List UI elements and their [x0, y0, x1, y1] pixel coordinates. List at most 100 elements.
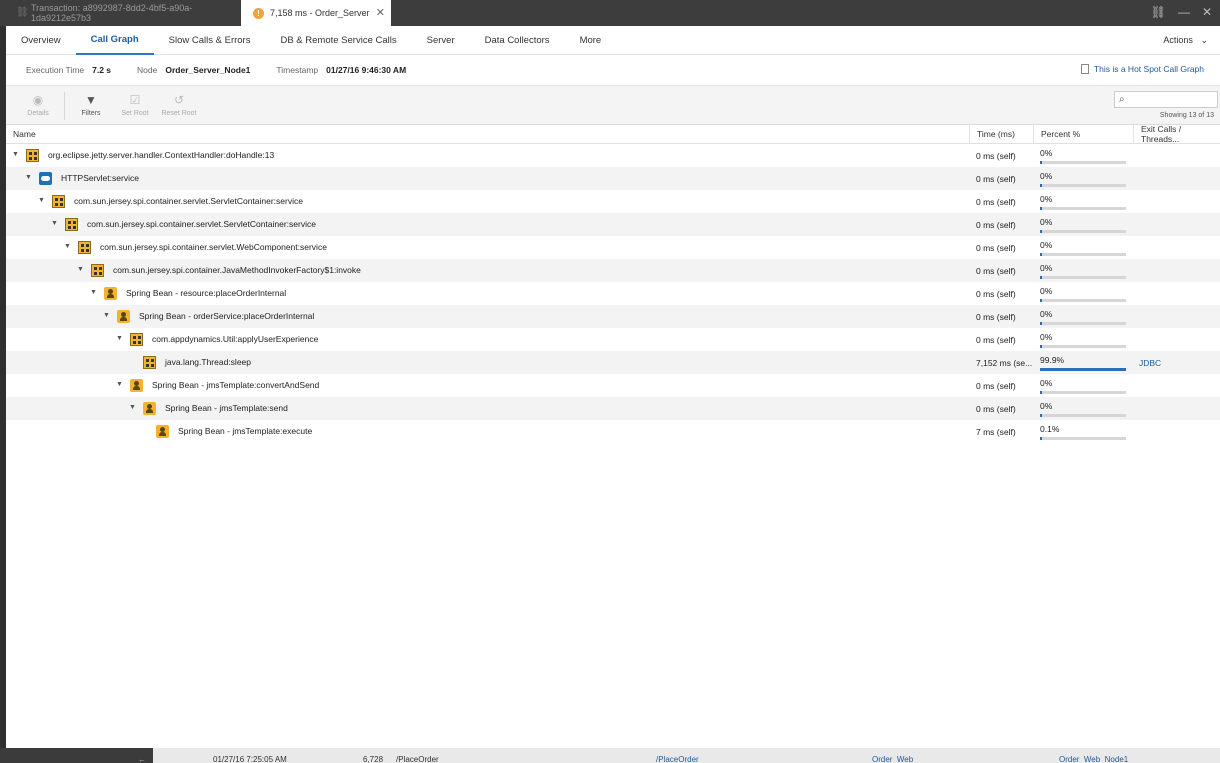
bg-link-transaction[interactable]: /PlaceOrder — [656, 755, 699, 763]
table-row[interactable]: Spring Bean - jmsTemplate:execute 7 ms (s… — [6, 420, 1220, 443]
reset-root-label: Reset Root — [161, 110, 197, 117]
spring-bean-icon — [130, 379, 143, 392]
method-icon — [143, 356, 156, 369]
row-exit-call — [1134, 374, 1220, 397]
row-name-cell: ▼ com.sun.jersey.spi.container.JavaMethod… — [6, 259, 970, 282]
tab-more[interactable]: More — [565, 26, 617, 55]
expand-arrow-icon[interactable]: ▼ — [25, 174, 32, 181]
row-percent-cell: 0% — [1034, 305, 1134, 328]
table-row[interactable]: ▼ org.eclipse.jetty.server.handler.Contex… — [6, 144, 1220, 167]
table-row[interactable]: ▼ Spring Bean - jmsTemplate:send 0 ms (sel… — [6, 397, 1220, 420]
row-percent: 0% — [1040, 147, 1053, 158]
tab-slow-calls-errors[interactable]: Slow Calls & Errors — [154, 26, 266, 55]
row-time: 0 ms (self) — [976, 288, 1016, 299]
method-icon — [52, 195, 65, 208]
row-exit-call — [1134, 144, 1220, 167]
table-header: Name Time (ms) Percent % Exit Calls / Th… — [6, 124, 1220, 144]
percent-bar-fill — [1040, 206, 1042, 210]
tab-order-server[interactable]: ! 7,158 ms - Order_Server ✕ — [241, 0, 391, 26]
row-percent-cell: 0% — [1034, 190, 1134, 213]
minimize-icon[interactable]: — — [1178, 5, 1190, 19]
row-percent: 0% — [1040, 170, 1053, 181]
row-time: 0 ms (self) — [976, 150, 1016, 161]
row-time: 0 ms (self) — [976, 311, 1016, 322]
link-icon[interactable]: ⛓ — [1151, 5, 1166, 19]
tab-data-collectors[interactable]: Data Collectors — [470, 26, 565, 55]
row-name-cell: ▼ Spring Bean - jmsTemplate:send — [6, 397, 970, 420]
set-root-button[interactable]: ☑ Set Root — [113, 86, 157, 124]
table-row[interactable]: ▼ com.appdynamics.Util:applyUserExperienc… — [6, 328, 1220, 351]
table-row[interactable]: ▼ Spring Bean - resource:placeOrderIntern… — [6, 282, 1220, 305]
node-value: Order_Server_Node1 — [165, 65, 251, 75]
row-name: com.sun.jersey.spi.container.JavaMethodI… — [113, 265, 361, 275]
close-tab-icon[interactable]: ✕ — [376, 6, 385, 19]
info-bar: Execution Time 7.2 s Node Order_Server_N… — [6, 55, 1220, 85]
percent-bar-fill — [1040, 321, 1042, 325]
document-icon — [1080, 64, 1089, 74]
hotspot-link[interactable]: This is a Hot Spot Call Graph — [1080, 64, 1204, 74]
table-row[interactable]: ▼ HTTPServlet:service 0 ms (self) 0% — [6, 167, 1220, 190]
percent-bar — [1040, 390, 1126, 394]
expand-arrow-icon[interactable]: ▼ — [51, 220, 58, 227]
tab-transaction[interactable]: ⛓ Transaction: a8992987-8dd2-4bf5-a90a-1… — [6, 0, 240, 26]
table-row[interactable]: java.lang.Thread:sleep 7,152 ms (se... 99.… — [6, 351, 1220, 374]
row-percent: 0% — [1040, 285, 1053, 296]
filters-button[interactable]: ▼ Filters — [69, 86, 113, 124]
expand-arrow-icon[interactable]: ▼ — [116, 381, 123, 388]
method-icon — [65, 218, 78, 231]
chevron-down-icon: ⌄ — [1195, 35, 1208, 45]
details-button[interactable]: ◉ Details — [16, 86, 60, 124]
search-icon: ⌕ — [1119, 94, 1125, 105]
row-exit-call — [1134, 397, 1220, 420]
row-name-cell: java.lang.Thread:sleep — [6, 351, 970, 374]
expand-arrow-icon[interactable]: ▼ — [77, 266, 84, 273]
actions-menu[interactable]: Actions ⌄ — [1163, 35, 1208, 46]
percent-bar — [1040, 344, 1126, 348]
column-time[interactable]: Time (ms) — [970, 125, 1034, 143]
row-name-cell: ▼ HTTPServlet:service — [6, 167, 970, 190]
row-name: Spring Bean - resource:placeOrderInterna… — [126, 288, 287, 298]
timestamp-label: Timestamp — [276, 65, 319, 75]
row-time: 0 ms (self) — [976, 334, 1016, 345]
percent-bar — [1040, 298, 1126, 302]
table-row[interactable]: ▼ Spring Bean - jmsTemplate:convertAndSen… — [6, 374, 1220, 397]
table-row[interactable]: ▼ com.sun.jersey.spi.container.JavaMethod… — [6, 259, 1220, 282]
table-row[interactable]: ▼ com.sun.jersey.spi.container.servlet.Se… — [6, 190, 1220, 213]
percent-bar-fill — [1040, 390, 1042, 394]
table-row[interactable]: ▼ com.sun.jersey.spi.container.servlet.We… — [6, 236, 1220, 259]
expand-arrow-icon[interactable]: ▼ — [129, 404, 136, 411]
close-window-icon[interactable]: ✕ — [1202, 5, 1212, 19]
reset-root-button[interactable]: ↺ Reset Root — [157, 86, 201, 124]
row-exit-call[interactable]: JDBC — [1134, 351, 1220, 374]
tab-db-remote-calls[interactable]: DB & Remote Service Calls — [265, 26, 411, 55]
row-percent-cell: 0% — [1034, 374, 1134, 397]
expand-arrow-icon[interactable]: ▼ — [38, 197, 45, 204]
expand-arrow-icon[interactable]: ▼ — [64, 243, 71, 250]
column-percent[interactable]: Percent % — [1034, 125, 1134, 143]
table-row[interactable]: ▼ Spring Bean - orderService:placeOrderIn… — [6, 305, 1220, 328]
bg-link-tier[interactable]: Order_Web — [872, 755, 913, 763]
background-table-row: ← 01/27/16 7:25:05 AM 6,728 /PlaceOrder … — [0, 748, 1220, 763]
bg-link-node[interactable]: Order_Web_Node1 — [1059, 755, 1128, 763]
column-name[interactable]: Name — [6, 125, 970, 143]
tab-overview[interactable]: Overview — [6, 26, 76, 55]
method-icon — [130, 333, 143, 346]
search-input[interactable]: ⌕ — [1114, 91, 1218, 108]
spring-bean-icon — [143, 402, 156, 415]
column-exit-calls[interactable]: Exit Calls / Threads... — [1134, 124, 1220, 144]
expand-arrow-icon[interactable]: ▼ — [116, 335, 123, 342]
row-exit-call — [1134, 190, 1220, 213]
expand-arrow-icon[interactable]: ▼ — [12, 151, 19, 158]
table-row[interactable]: ▼ com.sun.jersey.spi.container.servlet.Se… — [6, 213, 1220, 236]
expand-arrow-icon[interactable]: ▼ — [90, 289, 97, 296]
percent-bar-fill — [1040, 413, 1042, 417]
method-icon — [78, 241, 91, 254]
row-percent-cell: 0% — [1034, 213, 1134, 236]
row-percent-cell: 0% — [1034, 167, 1134, 190]
row-name: HTTPServlet:service — [61, 173, 139, 183]
percent-bar-fill — [1040, 252, 1042, 256]
expand-arrow-icon[interactable]: ▼ — [103, 312, 110, 319]
row-exit-call — [1134, 167, 1220, 190]
tab-server[interactable]: Server — [412, 26, 470, 55]
tab-call-graph[interactable]: Call Graph — [75, 26, 154, 55]
